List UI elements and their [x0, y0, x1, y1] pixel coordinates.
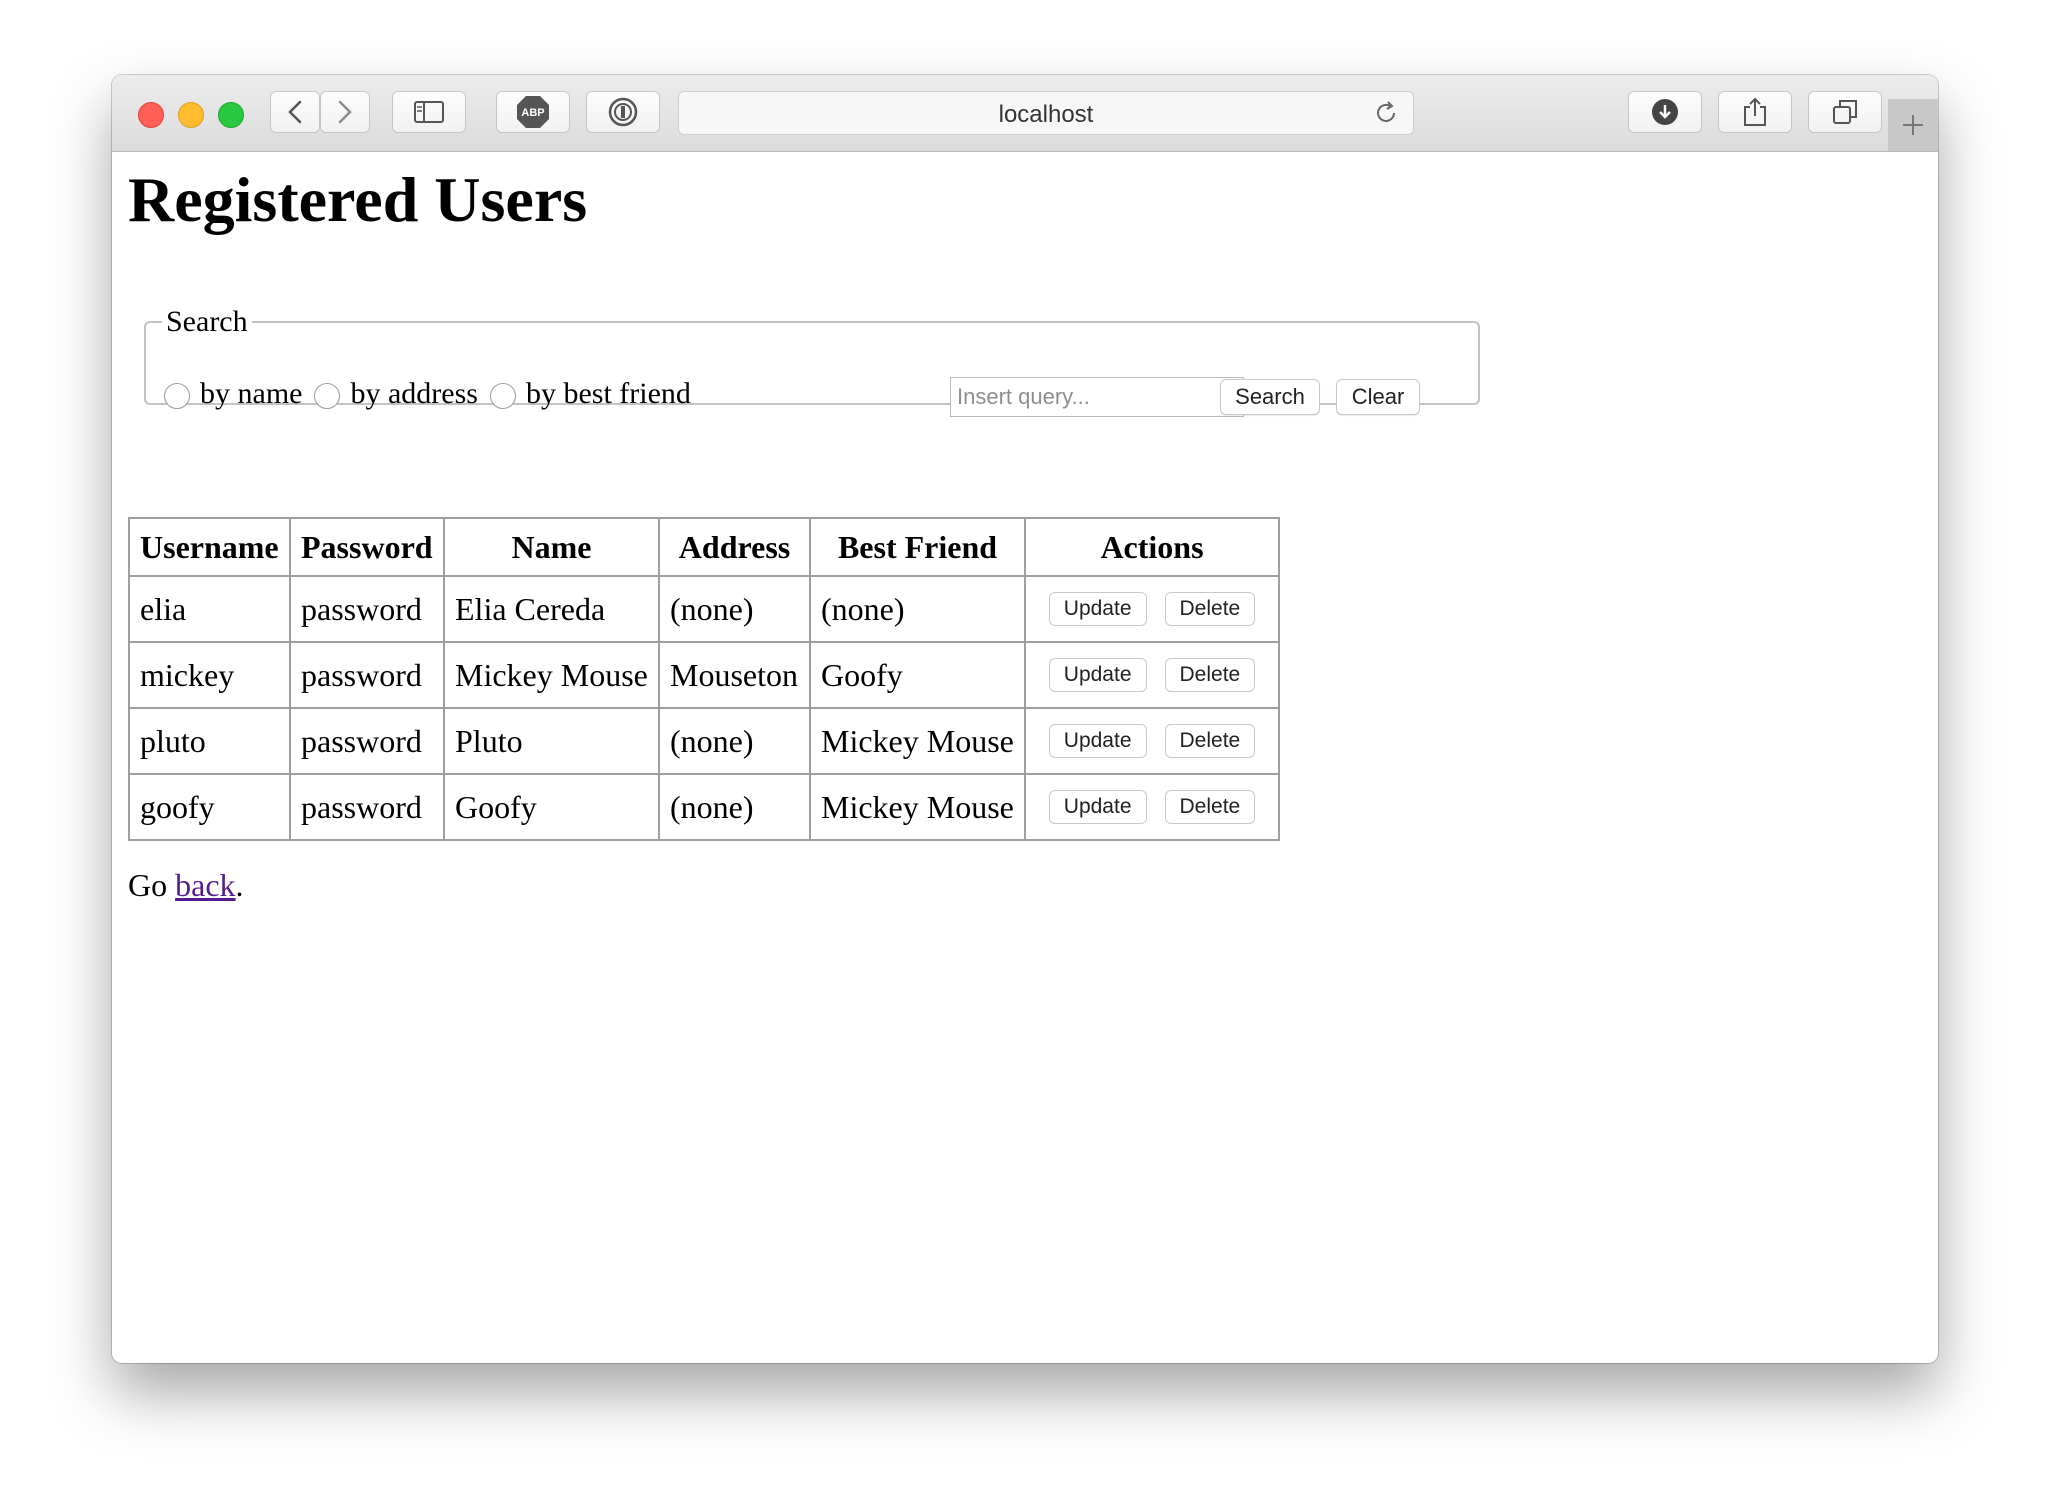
plus-icon	[1903, 115, 1923, 135]
abp-icon: ABP	[517, 96, 549, 128]
cell-username: elia	[128, 575, 291, 643]
column-header-password: Password	[289, 517, 445, 577]
radio-label-by-name: by name	[200, 377, 303, 410]
search-legend: Search	[166, 305, 248, 338]
cell-address: (none)	[658, 707, 811, 775]
back-suffix: .	[235, 867, 244, 903]
cell-name: Mickey Mouse	[443, 641, 660, 709]
update-button[interactable]: Update	[1048, 724, 1147, 758]
radio-by-name[interactable]	[164, 383, 190, 409]
clear-button[interactable]: Clear	[1336, 379, 1420, 415]
table-row: mickey password Mickey Mouse Mouseton Go…	[128, 641, 1280, 709]
url-text: localhost	[998, 101, 1094, 128]
column-header-username: Username	[128, 517, 291, 577]
column-header-actions: Actions	[1024, 517, 1280, 577]
radio-label-by-address: by address	[350, 377, 478, 410]
forward-button[interactable]	[320, 91, 370, 133]
cell-address: Mouseton	[658, 641, 811, 709]
cell-actions: Update Delete	[1024, 773, 1280, 841]
sidebar-icon	[414, 101, 444, 123]
cell-best-friend: Goofy	[809, 641, 1026, 709]
adblock-button[interactable]: ABP	[496, 91, 570, 133]
share-icon	[1744, 97, 1766, 126]
download-icon	[1652, 99, 1678, 125]
column-header-name: Name	[443, 517, 660, 577]
tabs-overview-button[interactable]	[1808, 91, 1882, 133]
page-content: Registered Users Search by name by addre…	[128, 151, 1938, 1363]
cell-password: password	[289, 773, 445, 841]
reload-icon[interactable]	[1373, 100, 1399, 126]
browser-window: ABP localhost Registered Users Search by…	[112, 75, 1938, 1363]
cell-password: password	[289, 641, 445, 709]
column-header-best-friend: Best Friend	[809, 517, 1026, 577]
search-mode-group: by name by address by best friend	[164, 377, 703, 411]
table-row: pluto password Pluto (none) Mickey Mouse…	[128, 707, 1280, 775]
address-bar[interactable]: localhost	[678, 91, 1414, 135]
minimize-window-button[interactable]	[178, 102, 204, 128]
cell-address: (none)	[658, 773, 811, 841]
1password-icon	[608, 97, 638, 127]
back-button[interactable]	[270, 91, 320, 133]
chevron-right-icon	[338, 100, 352, 124]
search-button[interactable]: Search	[1220, 379, 1320, 415]
table-row: elia password Elia Cereda (none) (none) …	[128, 575, 1280, 643]
svg-text:ABP: ABP	[521, 107, 544, 119]
back-prefix: Go	[128, 867, 176, 903]
radio-by-best-friend[interactable]	[489, 383, 516, 409]
column-header-address: Address	[658, 517, 811, 577]
delete-button[interactable]: Delete	[1164, 658, 1256, 692]
cell-password: password	[289, 707, 445, 775]
browser-toolbar: ABP localhost	[112, 75, 1938, 152]
update-button[interactable]: Update	[1048, 790, 1147, 824]
cell-actions: Update Delete	[1024, 707, 1280, 775]
delete-button[interactable]: Delete	[1164, 790, 1256, 824]
cell-name: Elia Cereda	[443, 575, 660, 643]
chevron-left-icon	[288, 100, 302, 124]
zoom-window-button[interactable]	[218, 102, 244, 128]
table-row: goofy password Goofy (none) Mickey Mouse…	[128, 773, 1280, 841]
cell-actions: Update Delete	[1024, 641, 1280, 709]
back-line: Go back.	[128, 867, 244, 904]
table-header-row: Username Password Name Address Best Frie…	[128, 517, 1280, 577]
cell-name: Pluto	[443, 707, 660, 775]
page-title: Registered Users	[128, 164, 588, 235]
cell-name: Goofy	[443, 773, 660, 841]
downloads-button[interactable]	[1628, 91, 1702, 133]
radio-by-address[interactable]	[314, 383, 341, 409]
cell-username: pluto	[128, 707, 291, 775]
close-window-button[interactable]	[138, 102, 164, 128]
share-button[interactable]	[1718, 91, 1792, 133]
sidebar-button[interactable]	[392, 91, 466, 133]
cell-actions: Update Delete	[1024, 575, 1280, 643]
update-button[interactable]: Update	[1048, 658, 1147, 692]
cell-best-friend: (none)	[809, 575, 1026, 643]
radio-label-by-best-friend: by best friend	[525, 377, 691, 410]
password-manager-button[interactable]	[586, 91, 660, 133]
cell-best-friend: Mickey Mouse	[809, 707, 1026, 775]
cell-address: (none)	[658, 575, 811, 643]
update-button[interactable]: Update	[1048, 592, 1147, 626]
back-link[interactable]: back	[175, 867, 235, 903]
cell-password: password	[289, 575, 445, 643]
cell-username: goofy	[128, 773, 291, 841]
delete-button[interactable]: Delete	[1164, 592, 1256, 626]
new-tab-button[interactable]	[1888, 99, 1938, 151]
search-fieldset: Search by name by address by best friend…	[144, 305, 1480, 417]
delete-button[interactable]: Delete	[1164, 724, 1256, 758]
search-input[interactable]	[950, 377, 1244, 417]
users-table: Username Password Name Address Best Frie…	[128, 517, 1280, 841]
cell-username: mickey	[128, 641, 291, 709]
cell-best-friend: Mickey Mouse	[809, 773, 1026, 841]
tabs-icon	[1833, 100, 1857, 124]
